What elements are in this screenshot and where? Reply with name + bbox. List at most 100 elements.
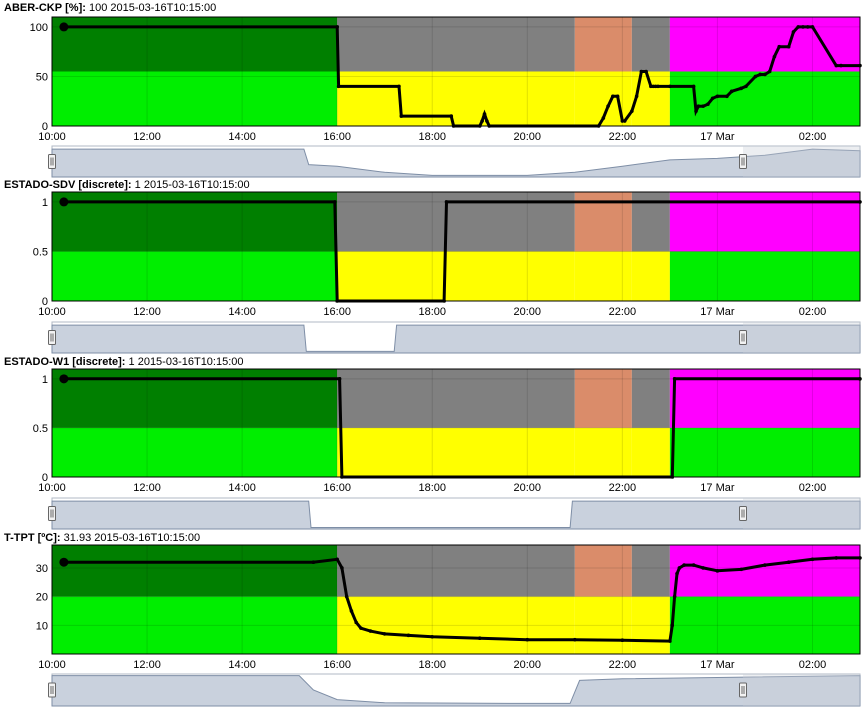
- readout-value: 31.93: [63, 532, 92, 544]
- navigator-estado-w1: [48, 497, 861, 530]
- navigator-right-handle[interactable]: [739, 506, 747, 521]
- readout-time: 2015-03-16T10:15:00: [143, 179, 250, 191]
- data-point: [858, 377, 862, 381]
- zone-lower-band: [337, 427, 575, 477]
- data-point: [442, 299, 446, 303]
- x-tick-label: 12:00: [133, 306, 161, 318]
- chart-panel-aber-ckp: 05010010:00 12:00 14:00 16:00 18:00 20:00 22:0…: [30, 16, 862, 143]
- navigator-left-handle[interactable]: [48, 682, 56, 698]
- data-point: [858, 556, 862, 560]
- y-tick-label: 0.5: [33, 423, 48, 435]
- data-point: [670, 623, 675, 628]
- handle-grip: [48, 154, 56, 169]
- zone-lower-band: [574, 251, 632, 301]
- data-point: [810, 557, 815, 562]
- data-point: [791, 30, 796, 34]
- data-point: [337, 377, 342, 381]
- data-point: [601, 116, 606, 120]
- data-point: [701, 566, 705, 570]
- data-point: [630, 109, 634, 113]
- zone-upper-band: [52, 17, 338, 72]
- panel-title-aber-ckp: ABER-CKP [%]: 100 2015-03-16T10:15:00: [4, 2, 217, 14]
- panel-title-estado-sdv: ESTADO-SDV [discrete]: 1 2015-03-16T10:1…: [4, 179, 250, 191]
- data-point: [485, 119, 489, 123]
- data-point: [763, 72, 767, 77]
- y-tick-label: 50: [36, 71, 48, 83]
- x-tick-label: 02:00: [799, 306, 827, 318]
- data-point: [672, 377, 677, 381]
- zone-lower-band: [669, 251, 860, 301]
- data-point: [696, 104, 701, 108]
- series-unit: [discrete]: [72, 356, 122, 368]
- x-tick-label: 20:00: [514, 659, 542, 671]
- data-point: [397, 84, 401, 89]
- navigator-left-handle[interactable]: [48, 154, 56, 169]
- x-tick-label: 02:00: [799, 131, 827, 143]
- y-tick-label: 0.5: [33, 246, 48, 258]
- data-point: [786, 44, 791, 49]
- data-point: [340, 566, 344, 570]
- zone-lower-band: [337, 251, 575, 301]
- data-point: [340, 475, 344, 479]
- chart-panel-t-tpt: 10 20 30 10:00 12:00 14:00 16:00 18:00 20:00 22:0…: [36, 544, 862, 671]
- data-point: [834, 556, 839, 560]
- data-point: [801, 25, 805, 29]
- handle-grip: [48, 682, 56, 698]
- data-point: [477, 124, 482, 128]
- series-name: T-TPT: [4, 532, 35, 544]
- readout-time: 2015-03-16T10:15:00: [94, 532, 201, 544]
- x-tick-label: 18:00: [418, 306, 446, 318]
- navigator-right-handle[interactable]: [739, 682, 747, 698]
- x-tick-label: 20:00: [514, 482, 542, 494]
- zone-upper-band: [631, 545, 670, 597]
- zone-lower-band: [669, 71, 860, 126]
- handle-grip: [739, 682, 747, 698]
- y-tick-label: 20: [36, 592, 48, 604]
- panel-title-estado-w1: ESTADO-W1 [discrete]: 1 2015-03-16T10:15…: [4, 356, 244, 368]
- data-point: [451, 124, 456, 128]
- navigator-left-handle[interactable]: [48, 506, 56, 521]
- data-point: [620, 638, 625, 643]
- data-point: [772, 54, 777, 59]
- navigator-series-area: [51, 324, 861, 354]
- x-tick-label: 17 Mar: [700, 482, 735, 494]
- x-tick-label: 17 Mar: [700, 131, 735, 143]
- data-point: [763, 563, 767, 567]
- navigator-right-handle[interactable]: [739, 154, 747, 169]
- zone-upper-band: [669, 545, 860, 597]
- x-tick-label: 14:00: [228, 131, 256, 143]
- data-point: [349, 609, 354, 613]
- data-point: [706, 102, 710, 106]
- series-unit: [ºC]: [37, 532, 57, 544]
- series-name: ABER-CKP: [4, 2, 63, 14]
- navigator-t-tpt: [48, 673, 861, 707]
- readout-marker: [59, 22, 69, 32]
- x-tick-label: 02:00: [799, 659, 827, 671]
- x-tick-label: 22:00: [609, 131, 637, 143]
- zone-lower-band: [631, 251, 670, 301]
- data-point: [430, 634, 435, 639]
- data-point: [525, 637, 530, 642]
- readout-time: 2015-03-16T10:15:00: [137, 356, 244, 368]
- data-point: [672, 594, 677, 599]
- zone-lower-band: [337, 71, 575, 126]
- navigator-left-handle[interactable]: [48, 330, 56, 345]
- data-point: [744, 84, 748, 89]
- y-tick-label: 1: [42, 197, 48, 209]
- zone-upper-band: [631, 17, 670, 72]
- data-point: [739, 86, 743, 91]
- data-point: [753, 74, 758, 79]
- x-tick-label: 16:00: [323, 131, 351, 143]
- series-unit: [%]: [65, 2, 83, 14]
- handle-grip: [48, 506, 56, 521]
- navigator-right-handle[interactable]: [739, 330, 747, 345]
- data-point: [670, 475, 675, 479]
- navigator-outside-mask: [743, 674, 860, 706]
- data-point: [634, 94, 639, 99]
- data-point: [715, 569, 720, 573]
- x-tick-label: 22:00: [609, 659, 637, 671]
- navigator-outside-mask: [743, 146, 860, 177]
- data-point: [333, 200, 337, 204]
- x-tick-label: 18:00: [418, 131, 446, 143]
- data-point: [729, 89, 734, 94]
